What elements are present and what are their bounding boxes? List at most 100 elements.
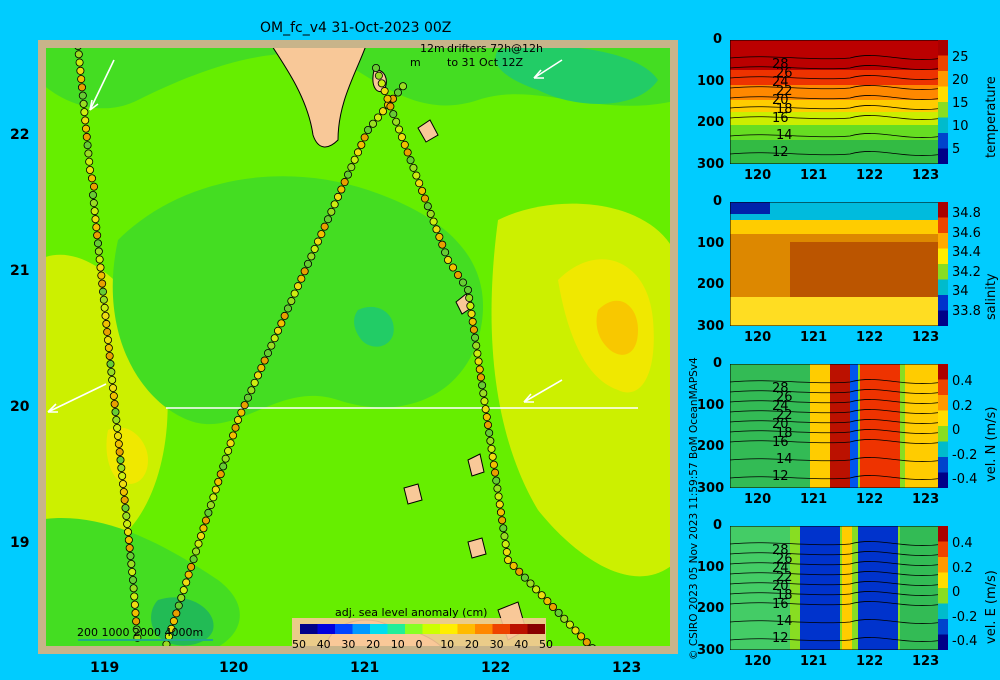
drifter-dot [169,617,178,626]
drifter-dot [466,301,475,310]
drifter-dot [114,431,123,440]
drifter-dot [253,371,262,380]
section-colorbar [938,364,948,488]
drifter-dot [74,48,82,50]
drifter-dot [330,200,339,209]
colorbar-label: salinity [984,273,999,320]
colorbar-tick: 34.6 [952,225,981,241]
drifter-dot [250,378,259,387]
drifter-dot [97,271,106,280]
drifter-dot [287,297,296,306]
drifter-dot [237,408,246,417]
drifter-dot [371,63,380,72]
drifter-dot [226,439,235,448]
drifter-dot [224,446,233,455]
colorbar-label: temperature [984,76,999,158]
drifter-legend-line2: m [410,56,421,69]
drifter-dot [74,50,83,59]
drifter-dot [91,215,100,224]
drifter-dot [496,508,505,517]
colorbar-tick: 25 [952,50,969,65]
drifter-dot [500,532,509,541]
colorbar-tick: 0 [952,585,961,600]
drifter-dot [214,477,223,486]
drifter-dot [112,415,121,424]
contour-label: 12 [772,145,789,160]
drifter-dot [526,579,535,588]
colorbar-tick: 0.2 [952,398,973,414]
colorbar-tick: 34 [952,284,969,299]
depth-tick: 0 [713,356,723,371]
depth-tick: 100 [697,397,725,413]
colorbar-tick: -0.4 [952,472,978,487]
depth-tick: 100 [697,559,725,575]
drifter-legend-line1: 12m [420,42,445,55]
drifter-dot [115,447,124,456]
colorbar-tick: 0.4 [952,374,973,389]
drifter-dot [179,586,188,595]
drifter-dot [199,524,208,533]
drifter-dot [162,640,171,646]
drifter-dot [368,119,377,128]
contour-label: 14 [776,614,793,629]
drifter-dot [471,333,480,342]
lon-tick: 120 [744,330,772,345]
drifter-dot [99,295,108,304]
sea-level-map [46,48,670,646]
colorbar-swatch [300,624,318,634]
drifter-dot [104,343,113,352]
colorbar-tick: 34.4 [952,245,981,260]
lat-tick: 19 [10,535,30,551]
drifter-dot [537,591,546,600]
section-colorbar [938,526,948,650]
lon-tick: 123 [912,330,940,345]
drifter-dot [127,560,136,569]
drifter-dot [374,71,383,80]
colorbar-swatch [527,624,545,634]
drifter-dot [448,263,457,272]
drifter-dot [297,274,306,283]
drifter-dot [398,82,407,91]
lon-tick: 122 [481,660,511,676]
colorbar-label: vel. N (m/s) [984,406,999,482]
drifter-dot [487,444,496,453]
drifter-dot [128,568,137,577]
lon-tick: 121 [350,660,380,676]
drifter-dot [240,401,249,410]
drifter-dot [486,436,495,445]
depth-tick: 0 [713,194,723,209]
depth-tick: 200 [697,115,725,130]
drifter-dot [270,334,279,343]
drifter-dot [216,470,225,479]
drifter-dot [406,156,415,165]
drifter-dot [488,452,497,461]
drifter-dot [520,573,529,582]
drifter-dot [310,244,319,253]
drifter-dot [125,543,134,552]
colorbar-swatch [422,624,440,634]
drifter-dot [75,58,84,67]
drifter-dot [192,547,201,556]
drifter-dot [196,531,205,540]
drifter-dot [380,87,389,96]
section-colorbar [938,202,948,326]
drifter-dot [485,428,494,437]
drifter-dot [293,282,302,291]
drifter-dot [93,231,102,240]
colorbar-tick: 40 [316,638,331,651]
depth-tick: 300 [697,318,725,334]
drifter-dot [174,601,183,610]
lon-tick: 123 [612,660,642,676]
contour-label: 14 [776,452,793,467]
colorbar-tick: 0 [952,423,961,438]
lon-tick: 120 [744,654,772,669]
salinity-panel [730,202,945,326]
drifter-dot [491,468,500,477]
lon-tick: 123 [912,492,940,507]
drifter-dot [313,237,322,246]
colorbar-tick: -0.2 [952,609,978,625]
drifter-dot [323,215,332,224]
drifter-dot [481,405,490,414]
drifter-dot [81,116,90,125]
drifter-dot [233,415,242,424]
